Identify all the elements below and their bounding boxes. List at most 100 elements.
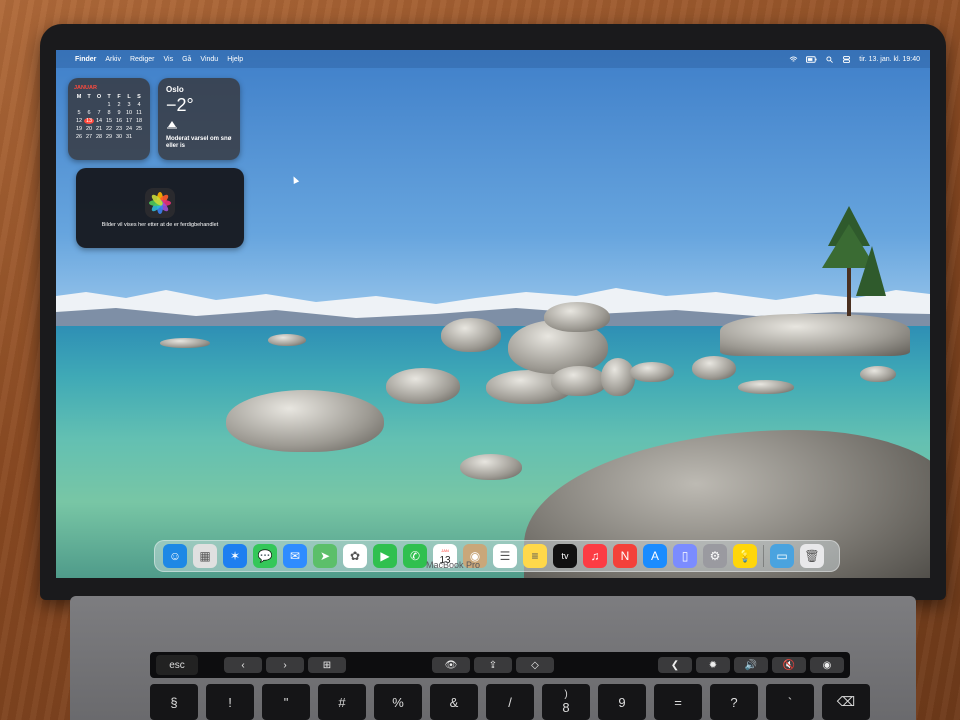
boulder: [860, 366, 896, 382]
calendar-day: 26: [75, 134, 83, 140]
mouse-pointer-icon: [290, 175, 300, 184]
calendar-day: 23: [115, 126, 123, 132]
touchbar-action-button-0[interactable]: 👁: [432, 657, 470, 673]
menu-finder[interactable]: Finder: [75, 56, 96, 63]
touchbar-control-button-0[interactable]: ❮: [658, 657, 692, 673]
desktop-screen: Finder Arkiv Rediger Vis Gå Vindu Hjelp …: [56, 50, 930, 578]
touch-bar: esc ‹ › ⊞ 👁 ⇪ ◇ ❮ ✹ 🔊 🔇 ◉: [150, 652, 850, 678]
boulder: [692, 356, 736, 380]
touchbar-nav-group: ‹ › ⊞: [224, 657, 346, 673]
calendar-day: 19: [75, 126, 83, 132]
calendar-day: 30: [115, 134, 123, 140]
key-label: ": [283, 694, 289, 710]
number-key-row: §! " #% & /) 8 9 =? ` ⌫: [150, 684, 880, 720]
weekday-label: O: [96, 94, 102, 100]
keyboard-key[interactable]: `: [766, 684, 814, 720]
calendar-day: 31: [125, 134, 133, 140]
touchbar-control-button-3[interactable]: 🔇: [772, 657, 806, 673]
calendar-day: 16: [115, 118, 123, 124]
weekday-label: S: [137, 94, 141, 100]
calendar-day: 4: [137, 102, 141, 108]
calendar-day: 29: [105, 134, 113, 140]
touchbar-nav-button-2[interactable]: ⊞: [308, 657, 346, 673]
weekday-label: T: [107, 94, 111, 100]
keyboard-key[interactable]: ?: [710, 684, 758, 720]
menu-arkiv[interactable]: Arkiv: [105, 56, 121, 63]
boulder: [630, 362, 674, 382]
menu-extras: tir. 13. jan. kl. 19:40: [789, 55, 920, 63]
spotlight-search-icon[interactable]: [825, 55, 834, 63]
control-center-icon[interactable]: [842, 55, 851, 63]
calendar-day: 10: [125, 110, 133, 116]
calendar-day: 6: [87, 110, 91, 116]
touchbar-nav-button-1[interactable]: ›: [266, 657, 304, 673]
calendar-day: 25: [135, 126, 143, 132]
touchbar-nav-button-0[interactable]: ‹: [224, 657, 262, 673]
calendar-blank: [74, 102, 84, 108]
keyboard-key[interactable]: ) 8: [542, 684, 590, 720]
menu-vindu[interactable]: Vindu: [200, 56, 218, 63]
key-top-label: ): [564, 689, 568, 700]
touchbar-control-group: ❮ ✹ 🔊 🔇 ◉: [658, 657, 844, 673]
calendar-day: 14: [95, 118, 103, 124]
keyboard-key[interactable]: ⌫: [822, 684, 870, 720]
boulder: [226, 390, 384, 452]
keyboard-key[interactable]: 9: [598, 684, 646, 720]
boulder: [386, 368, 460, 404]
keyboard-key[interactable]: #: [318, 684, 366, 720]
touchbar-action-button-2[interactable]: ◇: [516, 657, 554, 673]
touchbar-control-button-2[interactable]: 🔊: [734, 657, 768, 673]
calendar-day: 11: [136, 110, 142, 116]
keyboard-key[interactable]: &: [430, 684, 478, 720]
touchbar-action-button-1[interactable]: ⇪: [474, 657, 512, 673]
weather-city: Oslo: [166, 85, 184, 94]
key-label: &: [449, 694, 459, 710]
calendar-blank: [94, 102, 104, 108]
keyboard-key[interactable]: §: [150, 684, 198, 720]
calendar-day: 8: [107, 110, 111, 116]
photos-app-icon: [145, 188, 175, 218]
touchbar-control-button-1[interactable]: ✹: [696, 657, 730, 673]
wifi-icon[interactable]: [789, 55, 798, 63]
calendar-day: 2: [117, 102, 121, 108]
weekday-label: L: [127, 94, 131, 100]
boulder: [738, 380, 794, 394]
menu-clock[interactable]: tir. 13. jan. kl. 19:40: [859, 56, 920, 63]
weather-widget[interactable]: Oslo −2° Moderat varsel om snø eller is: [158, 78, 240, 160]
calendar-day: 27: [85, 134, 93, 140]
menu-bar: Finder Arkiv Rediger Vis Gå Vindu Hjelp …: [56, 50, 930, 68]
calendar-day: 5: [77, 110, 81, 116]
touchbar-control-button-4[interactable]: ◉: [810, 657, 844, 673]
weekday-label: M: [76, 94, 82, 100]
menu-vis[interactable]: Vis: [163, 56, 173, 63]
calendar-widget[interactable]: JANUAR M T O T F L S 1 2 3 4 5 6 7 8 9 10 11 12 13 14…: [68, 78, 150, 160]
boulder: [441, 318, 501, 352]
menu-rediger[interactable]: Rediger: [130, 56, 155, 63]
weekday-label: T: [87, 94, 91, 100]
menu-hjelp[interactable]: Hjelp: [227, 56, 243, 63]
snow-warning-icon: [167, 121, 177, 129]
keyboard-key[interactable]: ": [262, 684, 310, 720]
esc-key[interactable]: esc: [156, 655, 198, 675]
key-label: 8: [562, 700, 570, 715]
calendar-day: 12: [75, 118, 83, 124]
boulder: [268, 334, 306, 346]
weather-description: Moderat varsel om snø eller is: [166, 136, 232, 149]
calendar-day: 18: [135, 118, 143, 124]
boulder: [551, 366, 607, 396]
keyboard-key[interactable]: %: [374, 684, 422, 720]
calendar-day: 9: [117, 110, 121, 116]
key-label: /: [508, 694, 512, 710]
boulder: [601, 358, 635, 396]
keyboard-key[interactable]: !: [206, 684, 254, 720]
keyboard-key[interactable]: =: [654, 684, 702, 720]
key-label: =: [674, 694, 682, 710]
menu-ga[interactable]: Gå: [182, 56, 191, 63]
photos-widget-message: Bilder vil vises her etter at de er ferd…: [101, 222, 219, 228]
keyboard-key[interactable]: /: [486, 684, 534, 720]
photos-widget[interactable]: Bilder vil vises her etter at de er ferd…: [76, 168, 244, 248]
weather-temperature: −2°: [166, 95, 194, 115]
laptop-model-label: MacBook Pro: [425, 560, 481, 570]
battery-icon[interactable]: [806, 55, 817, 63]
key-label: §: [170, 694, 178, 710]
